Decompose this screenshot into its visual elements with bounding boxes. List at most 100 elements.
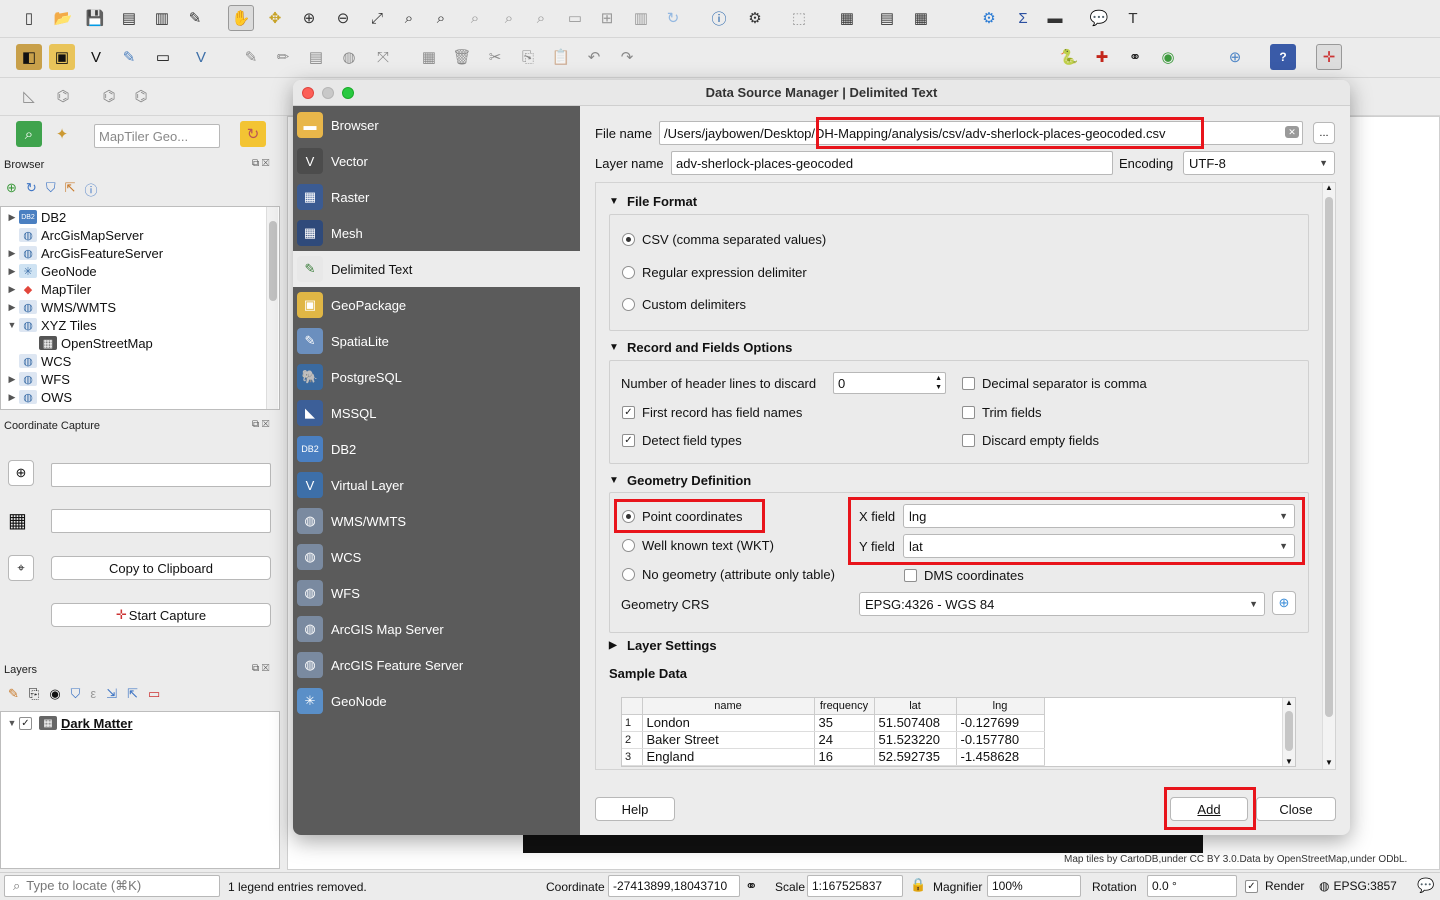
refresh-icon[interactable]: ↻ — [26, 180, 37, 200]
chevron-right-icon[interactable]: ▶ — [5, 284, 19, 295]
browser-item[interactable]: ▦ OpenStreetMap — [25, 334, 153, 352]
record-fields-header[interactable]: ▼ Record and Fields Options — [609, 340, 792, 355]
zoom-to-layer-icon[interactable]: ⌕ — [428, 5, 454, 31]
rotation-spinbox[interactable]: 0.0 ° — [1147, 875, 1237, 897]
snapping-icon[interactable]: ⌬ — [50, 83, 76, 109]
coordinate-input[interactable]: -27413899,18043710 — [608, 875, 740, 897]
decimal-comma-checkbox[interactable]: Decimal separator is comma — [962, 376, 1147, 391]
add-selected-icon[interactable]: ⊕ — [6, 180, 17, 200]
new-memory-layer-icon[interactable]: ▭ — [150, 44, 176, 70]
copy-features-icon[interactable]: ⎘ — [515, 44, 541, 70]
render-checkbox[interactable]: ✓ Render — [1245, 879, 1304, 893]
chevron-right-icon[interactable]: ▶ — [5, 248, 19, 259]
browser-panel-controls[interactable]: ⧉ ☒ — [252, 158, 269, 169]
sidebar-item[interactable]: ◍ ArcGIS Feature Server — [293, 647, 580, 683]
sample-scroll-thumb[interactable] — [1285, 711, 1293, 751]
first-record-checkbox[interactable]: ✓ First record has field names — [622, 405, 802, 420]
chevron-right-icon[interactable]: ▶ — [5, 302, 19, 313]
table-row[interactable]: 3 England 16 52.592735 -1.458628 — [622, 748, 1045, 766]
no-geometry-radio[interactable]: No geometry (attribute only table) — [622, 567, 835, 582]
browser-item[interactable]: ▶ ◆ MapTiler — [5, 280, 92, 298]
lock-scale-icon[interactable]: 🔒 — [910, 877, 926, 893]
chevron-down-icon[interactable]: ▼ — [5, 320, 19, 330]
custom-delimiters-radio[interactable]: Custom delimiters — [622, 297, 746, 312]
zoom-last-icon[interactable]: ⌕ — [496, 5, 522, 31]
new-shapefile-layer-icon[interactable]: V — [83, 44, 109, 70]
sidebar-item[interactable]: ✳ GeoNode — [293, 683, 580, 719]
sidebar-item[interactable]: ▣ GeoPackage — [293, 287, 580, 323]
locator-search-icon[interactable]: ⌕ — [16, 121, 42, 147]
modify-attributes-icon[interactable]: ▦ — [416, 44, 442, 70]
trim-fields-checkbox[interactable]: Trim fields — [962, 405, 1041, 420]
digitize-icon[interactable]: ◺ — [16, 83, 42, 109]
action-icon[interactable]: ⚙ — [742, 5, 768, 31]
sidebar-item[interactable]: ✎ SpatiaLite — [293, 323, 580, 359]
filter-icon[interactable]: ⛉ — [46, 180, 56, 200]
zoom-to-selection-icon[interactable]: ⌕ — [396, 5, 422, 31]
capture-coordinate-field-1[interactable] — [51, 463, 271, 487]
expand-all-icon[interactable]: ⇲ — [106, 686, 117, 706]
redo-icon[interactable]: ↷ — [614, 44, 640, 70]
crs-selector-button[interactable]: ⊕ — [8, 460, 34, 486]
sample-table-scrollbar[interactable]: ▲ ▼ — [1282, 698, 1295, 766]
sidebar-item[interactable]: ◍ ArcGIS Map Server — [293, 611, 580, 647]
sidebar-item[interactable]: ▬ Browser — [293, 107, 580, 143]
shape-digitize-icon[interactable]: ⌬ — [128, 83, 154, 109]
binoculars-icon[interactable]: ⚭ — [1122, 44, 1148, 70]
zoom-native-icon[interactable]: ⌕ — [462, 5, 488, 31]
wkt-radio[interactable]: Well known text (WKT) — [622, 538, 774, 553]
zoom-next-icon[interactable]: ⌕ — [528, 5, 554, 31]
locate-input[interactable]: ⌕ Type to locate (⌘K) — [4, 875, 220, 897]
header-lines-spinbox[interactable]: 0 ▲ ▼ — [833, 372, 946, 394]
delete-selected-icon[interactable]: 🗑 — [449, 44, 475, 70]
options-scrollbar[interactable]: ▲ ▼ — [1322, 183, 1335, 769]
encoding-select[interactable]: UTF-8 ▼ — [1183, 151, 1335, 175]
coordinate-capture-tool-icon[interactable]: ✛ — [1316, 44, 1342, 70]
filter-expression-icon[interactable]: ε — [90, 686, 96, 706]
geometry-crs-select[interactable]: EPSG:4326 - WGS 84 ▼ — [859, 592, 1265, 616]
identify-style-icon[interactable]: ↻ — [240, 121, 266, 147]
browser-item[interactable]: ▶ ◍ OWS — [5, 388, 73, 406]
browser-item[interactable]: ▼ ◍ XYZ Tiles — [5, 316, 97, 334]
browser-item[interactable]: ▶ ◍ WMS/WMTS — [5, 298, 117, 316]
sidebar-item[interactable]: ▦ Mesh — [293, 215, 580, 251]
manage-themes-icon[interactable]: ◉ — [49, 686, 60, 706]
help-button[interactable]: Help — [595, 797, 675, 821]
scroll-down-arrow[interactable]: ▼ — [1325, 758, 1333, 767]
paste-features-icon[interactable]: 📋 — [548, 44, 574, 70]
sidebar-item[interactable]: ◣ MSSQL — [293, 395, 580, 431]
track-mouse-button[interactable]: ⌖ — [8, 555, 34, 581]
python-console-icon[interactable]: 🐍 — [1056, 44, 1082, 70]
browser-item[interactable]: ▶ DB2 DB2 — [5, 208, 67, 226]
field-calculator-icon[interactable]: ▦ — [908, 5, 934, 31]
chevron-right-icon[interactable]: ▶ — [5, 266, 19, 277]
maptiler-geocoder-input[interactable]: MapTiler Geo... — [94, 124, 220, 148]
layers-tree[interactable]: ▼ ✓ ▦ Dark Matter — [0, 711, 280, 869]
browse-file-button[interactable]: ... — [1313, 122, 1335, 144]
refresh-icon[interactable]: ↻ — [660, 5, 686, 31]
csv-radio[interactable]: CSV (comma separated values) — [622, 232, 826, 247]
layer-row-dark-matter[interactable]: ▼ ✓ ▦ Dark Matter — [5, 714, 133, 732]
select-icon[interactable]: ⬚ — [786, 5, 812, 31]
new-virtual-layer-icon[interactable]: V — [188, 44, 214, 70]
collapse-all-layers-icon[interactable]: ⇱ — [127, 686, 138, 706]
capture-coordinate-field-2[interactable] — [51, 509, 271, 533]
magnifier-spinbox[interactable]: 100% — [987, 875, 1081, 897]
scroll-down-arrow[interactable]: ▼ — [1285, 757, 1293, 766]
advanced-digitize-icon[interactable]: ⌬ — [96, 83, 122, 109]
layer-visibility-checkbox[interactable]: ✓ — [19, 716, 39, 730]
plugin-icon[interactable]: ✚ — [1089, 44, 1115, 70]
sum-icon[interactable]: Σ — [1010, 5, 1036, 31]
remove-layer-icon[interactable]: ▭ — [148, 686, 160, 706]
spin-arrows-icon[interactable]: ▲ ▼ — [935, 374, 942, 392]
help-contents-icon[interactable]: ? — [1270, 44, 1296, 70]
clear-input-icon[interactable]: ✕ — [1285, 126, 1299, 138]
toggle-extents-icon[interactable]: ⚭ — [745, 877, 758, 895]
tips-icon[interactable]: 💬 — [1086, 5, 1112, 31]
regex-radio[interactable]: Regular expression delimiter — [622, 265, 807, 280]
browser-item[interactable]: ▶ ✳ GeoNode — [5, 262, 97, 280]
vertex-tool-icon[interactable]: ⤧ — [370, 44, 396, 70]
dms-checkbox[interactable]: DMS coordinates — [904, 568, 1024, 583]
sidebar-item[interactable]: ◍ WFS — [293, 575, 580, 611]
add-feature-icon[interactable]: ◍ — [336, 44, 362, 70]
